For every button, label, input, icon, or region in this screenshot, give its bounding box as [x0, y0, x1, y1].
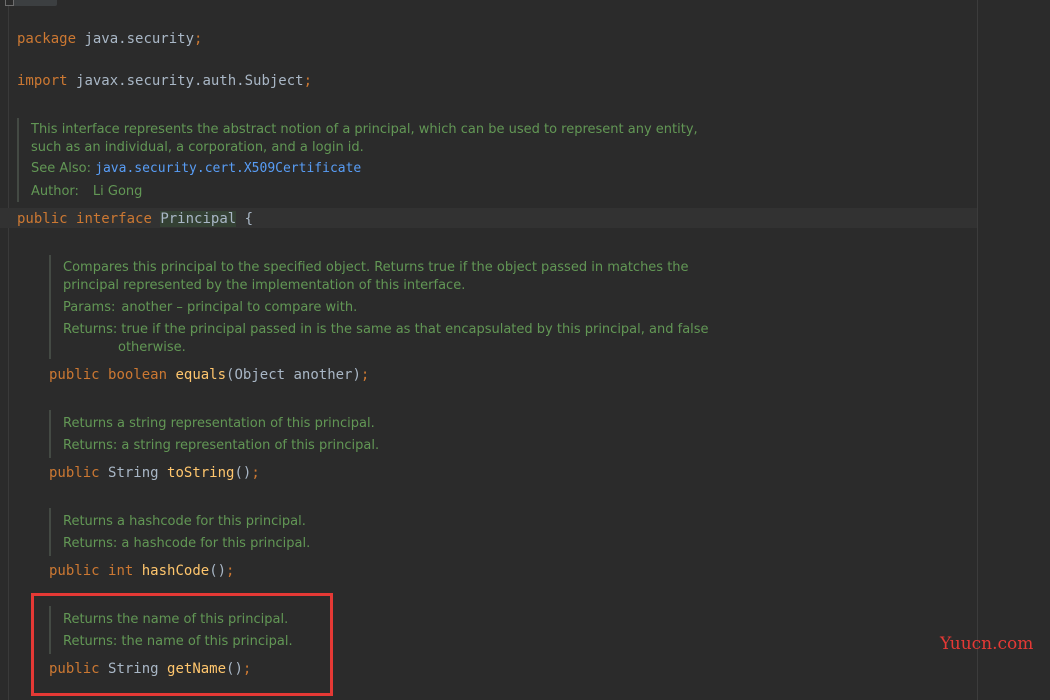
interface-declaration[interactable]: public interface Principal { [17, 210, 253, 228]
return-type: String [108, 465, 159, 481]
import-statement[interactable]: import javax.security.auth.Subject; [17, 72, 312, 90]
package-statement[interactable]: package java.security; [17, 30, 202, 48]
doc-bar [49, 508, 51, 556]
boolean-keyword: boolean [108, 367, 168, 383]
watermark: Yuucn.com [940, 634, 1034, 654]
gutter-divider [8, 0, 9, 700]
public-keyword: public [49, 465, 100, 481]
semicolon: ; [226, 563, 235, 579]
semicolon: ; [303, 73, 313, 89]
interface-keyword: interface [76, 211, 152, 227]
doc-text: Returns a string representation of this … [63, 416, 375, 431]
open-brace: { [236, 211, 254, 227]
doc-text: This interface represents the abstract n… [31, 122, 698, 137]
doc-returns: Returns: a string representation of this… [63, 438, 380, 453]
doc-text: such as an individual, a corporation, an… [31, 140, 364, 155]
annotation-highlight-box [31, 593, 333, 696]
method-params: () [209, 563, 227, 579]
public-keyword: public [49, 563, 100, 579]
tostring-method[interactable]: public String toString(); [49, 464, 260, 482]
returns-continuation: otherwise. [118, 340, 186, 355]
doc-text: Returns a hashcode for this principal. [63, 514, 306, 529]
author-row: Author: Li Gong [31, 183, 142, 201]
author-value: Li Gong [92, 184, 143, 199]
params-value: another – principal to compare with. [121, 300, 358, 315]
code-editor[interactable]: package java.security; import javax.secu… [0, 0, 1050, 700]
method-params: () [234, 465, 252, 481]
int-keyword: int [108, 563, 134, 579]
interface-name: Principal [160, 211, 237, 227]
params-row: Params: another – principal to compare wi… [63, 299, 357, 317]
doc-returns: Returns: a hashcode for this principal. [63, 536, 311, 551]
returns-row: Returns: true if the principal passed in … [63, 321, 709, 339]
params-label: Params: [63, 300, 116, 315]
package-keyword: package [17, 31, 77, 47]
doc-text: Compares this principal to the specified… [63, 260, 689, 275]
method-params: (Object another) [226, 367, 361, 383]
semicolon: ; [251, 465, 260, 481]
semicolon: ; [360, 367, 370, 383]
public-keyword: public [17, 211, 68, 227]
author-label: Author: [31, 184, 79, 199]
doc-bar [49, 255, 51, 359]
see-also-link[interactable]: java.security.cert.X509Certificate [95, 161, 361, 176]
import-name: javax.security.auth.Subject [76, 73, 304, 89]
doc-bar [17, 118, 19, 202]
method-name: equals [175, 367, 227, 383]
right-margin-guide [977, 0, 978, 700]
returns-label: Returns: [63, 322, 118, 337]
see-also-row: See Also: java.security.cert.X509Certifi… [31, 160, 361, 178]
public-keyword: public [49, 367, 100, 383]
equals-method[interactable]: public boolean equals(Object another); [49, 366, 369, 384]
see-also-label: See Also: [31, 161, 91, 176]
package-name: java.security [84, 31, 195, 47]
doc-bar [49, 410, 51, 458]
fold-icon[interactable] [5, 0, 14, 6]
returns-value: true if the principal passed in is the s… [121, 322, 709, 337]
hashcode-method[interactable]: public int hashCode(); [49, 562, 234, 580]
doc-text: principal represented by the implementat… [63, 278, 466, 293]
method-name: hashCode [141, 563, 210, 579]
folded-region[interactable] [9, 0, 57, 6]
method-name: toString [167, 465, 235, 481]
import-keyword: import [17, 73, 68, 89]
semicolon: ; [194, 31, 203, 47]
